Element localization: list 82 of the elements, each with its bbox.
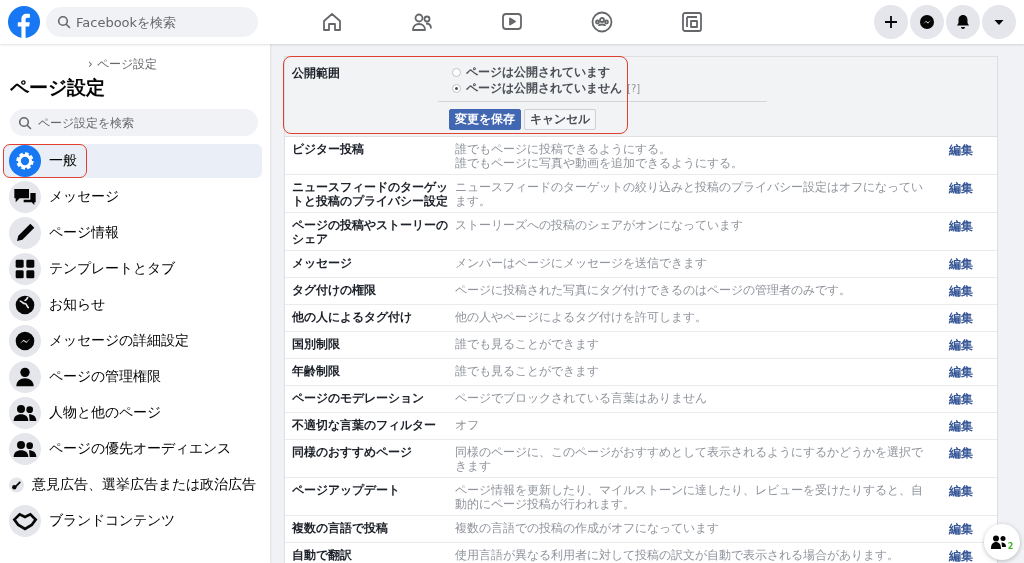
facebook-logo[interactable]: [8, 6, 40, 38]
breadcrumb[interactable]: › ページ設定: [88, 56, 157, 73]
edit-link[interactable]: 編集: [933, 418, 973, 435]
cancel-button[interactable]: キャンセル: [524, 109, 596, 130]
edit-link[interactable]: 編集: [933, 445, 973, 462]
sidebar-item[interactable]: メッセージ: [3, 180, 262, 214]
page-title: ページ設定: [10, 75, 105, 100]
setting-description: 他の人やページによるタグ付けを許可します。: [455, 310, 708, 324]
setting-description: 誰でもページに写真や動画を追加できるようにする。: [455, 156, 744, 170]
sidebar-item[interactable]: メッセージの詳細設定: [3, 324, 262, 358]
sidebar-item[interactable]: テンプレートとタブ: [3, 252, 262, 286]
edit-link[interactable]: 編集: [933, 364, 973, 381]
radio-button[interactable]: [452, 83, 461, 93]
edit-link[interactable]: 編集: [933, 180, 973, 197]
groups-icon[interactable]: [590, 10, 614, 34]
edit-link[interactable]: 編集: [933, 218, 973, 235]
search-field[interactable]: Facebookを検索: [46, 7, 258, 37]
plus-icon[interactable]: [874, 5, 908, 39]
edit-link[interactable]: 編集: [933, 256, 973, 273]
sidebar-item[interactable]: ページ情報: [3, 216, 262, 250]
sidebar-item[interactable]: 意見広告、選挙広告または政治広告: [3, 468, 262, 502]
setting-description: ニュースフィードのターゲットの絞り込みと投稿のプライバシー設定はオフになっています。: [455, 180, 924, 208]
people-icon: [990, 535, 1007, 549]
people-icon: [9, 397, 41, 429]
setting-label: タグ付けの権限: [291, 283, 377, 299]
sidebar-item[interactable]: 一般: [3, 144, 262, 178]
radio-button[interactable]: [452, 67, 461, 77]
edit-link[interactable]: 編集: [933, 391, 973, 408]
edit-link[interactable]: 編集: [933, 521, 973, 538]
grid-icon: [9, 253, 41, 285]
setting-label: 国別制限: [291, 337, 341, 353]
sidebar-item[interactable]: ブランドコンテンツ: [3, 504, 262, 538]
setting-description: メンバーはページにメッセージを送信できます: [455, 256, 708, 270]
setting-label: ビジター投稿: [291, 142, 365, 158]
sidebar-item[interactable]: ページの管理権限: [3, 360, 262, 394]
setting-description: 誰でも見ることができます: [455, 337, 600, 351]
person-icon: [9, 361, 41, 393]
contact-count: 2: [1007, 542, 1014, 551]
pencil-icon: [9, 217, 41, 249]
save-button[interactable]: 変更を保存: [449, 109, 521, 130]
setting-label: 公開範囲: [291, 65, 341, 82]
setting-description: ページに投稿された写真にタグ付けできるのはページの管理者のみです。: [455, 283, 852, 297]
messenger-icon: [9, 325, 41, 357]
setting-label: 不適切な言葉のフィルター: [291, 418, 437, 434]
gear-icon: [9, 145, 41, 177]
gaming-icon[interactable]: [680, 10, 704, 34]
setting-label: メッセージ: [291, 256, 353, 272]
setting-label: ページの投稿やストーリーのシェア: [291, 218, 449, 246]
search-field[interactable]: ページ設定を検索: [10, 109, 258, 136]
people-icon: [9, 433, 41, 465]
setting-description: 複数の言語での投稿の作成がオフになっています: [455, 521, 720, 535]
setting-label: 他の人によるタグ付け: [291, 310, 413, 326]
edit-link[interactable]: 編集: [933, 548, 973, 563]
option-label: ページは公開されています: [466, 63, 610, 81]
setting-description: 誰でも見ることができます: [455, 364, 600, 378]
setting-description: ストーリーズへの投稿のシェアがオンになっています: [455, 218, 744, 232]
home-icon[interactable]: [320, 10, 344, 34]
chat-icon: [9, 181, 41, 213]
setting-label: 自動で翻訳: [291, 548, 353, 563]
bell-icon[interactable]: [946, 5, 980, 39]
edit-link[interactable]: 編集: [933, 283, 973, 300]
sidebar-item[interactable]: お知らせ: [3, 288, 262, 322]
setting-description: ページ情報を更新したり、マイルストーンに達したり、レビューを受けたりすると、自動的にページ投稿が行われます。: [455, 483, 924, 511]
setting-label: 複数の言語で投稿: [291, 521, 389, 537]
sidebar-item[interactable]: 人物と他のページ: [3, 396, 262, 430]
setting-label: ページのモデレーション: [291, 391, 425, 407]
setting-label: ニュースフィードのターゲットと投稿のプライバシー設定: [291, 180, 449, 208]
edit-link[interactable]: 編集: [933, 310, 973, 327]
setting-label: ページアップデート: [291, 483, 401, 499]
sidebar-item[interactable]: ページの優先オーディエンス: [3, 432, 262, 466]
option-label: ページは公開されていません: [466, 79, 622, 97]
edit-link[interactable]: 編集: [933, 142, 973, 159]
setting-description: 使用言語が異なる利用者に対して投稿の訳文が自動で表示される場合があります。: [455, 548, 900, 562]
messenger-icon[interactable]: [910, 5, 944, 39]
setting-description: オフ: [455, 418, 480, 432]
setting-label: 同様のおすすめページ: [291, 445, 413, 461]
setting-description: ページでブロックされている言葉はありません: [455, 391, 708, 405]
setting-label: 年齢制限: [291, 364, 341, 380]
edit-link[interactable]: 編集: [933, 483, 973, 500]
edit-link[interactable]: 編集: [933, 337, 973, 354]
setting-description: 同様のページに、このページがおすすめとして表示されるようにするかどうかを選択できます: [455, 445, 924, 473]
setting-description: 誰でもページに投稿できるようにする。: [455, 142, 672, 156]
